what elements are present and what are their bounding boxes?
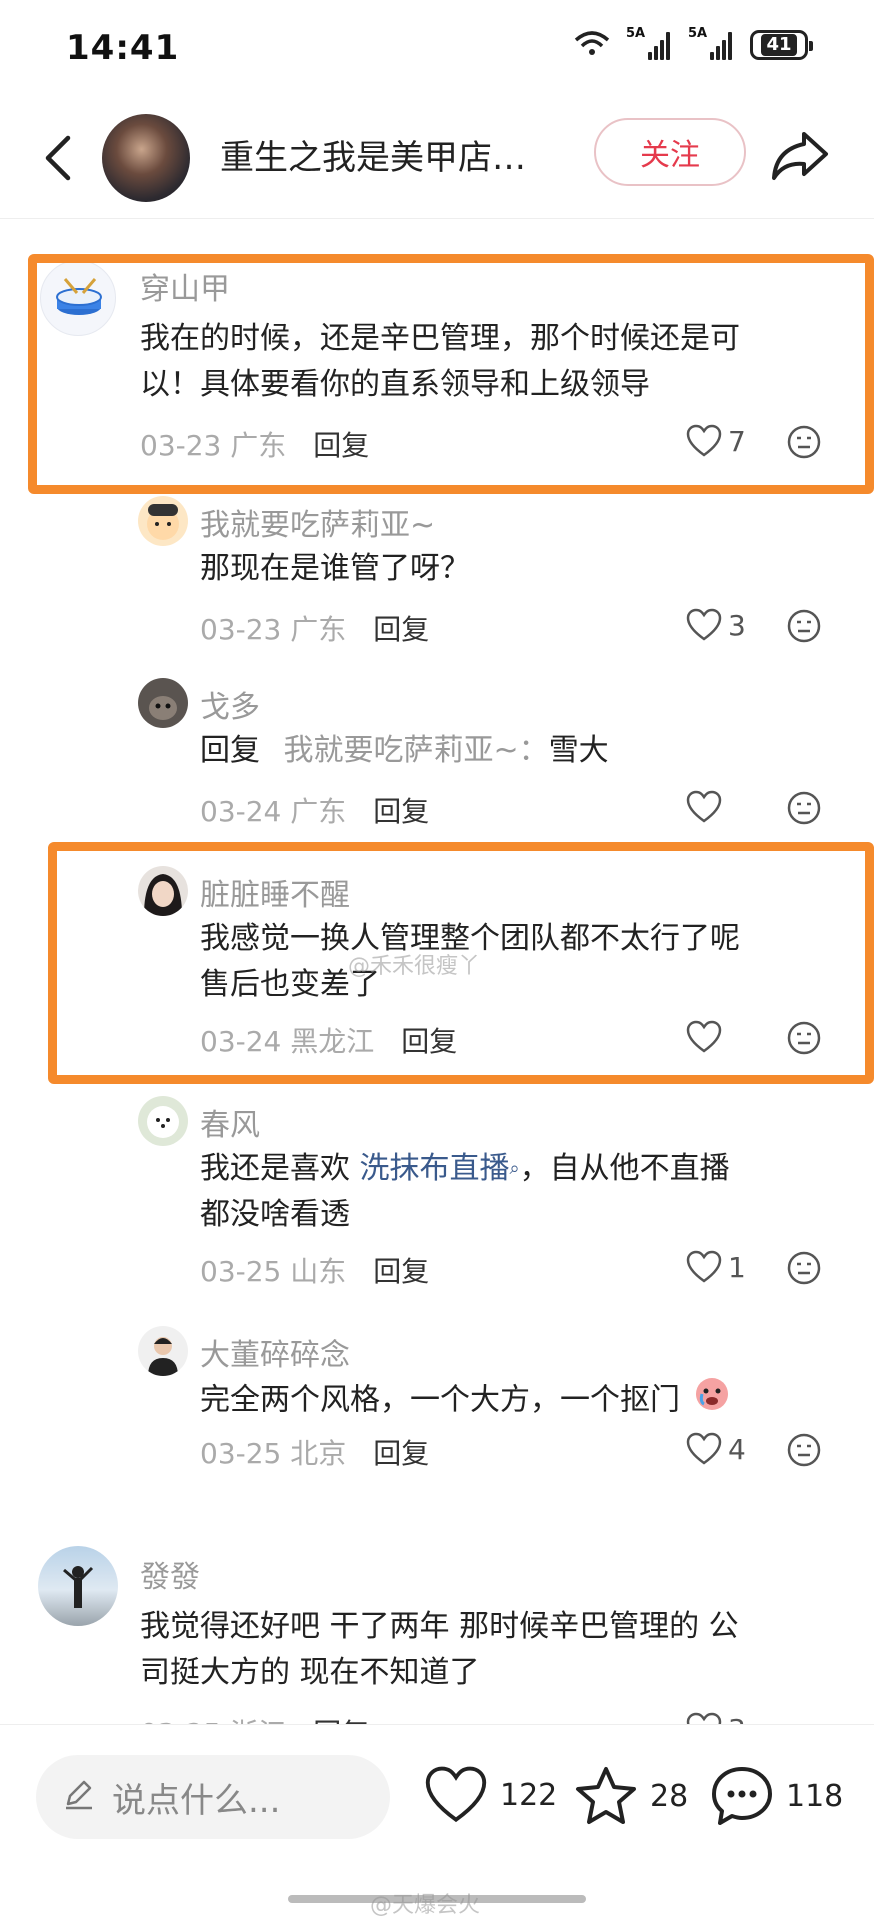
comment-text: 回复 我就要吃萨莉亚~：雪大: [200, 733, 609, 768]
follow-button[interactable]: 关注: [594, 118, 746, 186]
like-post-button[interactable]: 122: [424, 1765, 557, 1825]
heart-icon: [425, 1766, 487, 1823]
post-like-count: 122: [500, 1777, 558, 1813]
author-avatar[interactable]: [102, 114, 190, 202]
comment-author[interactable]: 大董碎碎念: [200, 1330, 350, 1374]
heart-icon: [686, 1250, 722, 1283]
avatar[interactable]: [38, 1546, 118, 1626]
like-count: 3: [728, 608, 746, 642]
chat-bubble-icon: [712, 1767, 772, 1825]
bottom-bar: 说点什么... 122 28 118 @天爆会火: [0, 1724, 874, 1920]
comment-text: 我还是喜欢 洗抹布直播⌕，自从他不直播 都没啥看透: [200, 1151, 730, 1232]
share-icon[interactable]: [766, 122, 834, 190]
heart-icon: [686, 608, 722, 641]
comment-author[interactable]: 戈多: [200, 682, 260, 726]
avatar[interactable]: [138, 678, 188, 728]
reply-button[interactable]: 回复: [373, 795, 429, 828]
reply-target[interactable]: 我就要吃萨莉亚~：: [284, 733, 549, 768]
emoji-reaction-icon[interactable]: [786, 790, 822, 826]
emoji-reaction-icon[interactable]: [786, 608, 822, 644]
heart-icon: [686, 790, 722, 823]
reply-button[interactable]: 回复: [373, 1255, 429, 1288]
pencil-icon: [62, 1778, 96, 1816]
status-bar: 14:41 5A 5A 41: [0, 0, 874, 100]
reply-button[interactable]: 回复: [373, 613, 429, 646]
signal-icon-2: 5A: [688, 26, 736, 60]
emoji-reaction-icon[interactable]: [786, 1432, 822, 1468]
comment-input[interactable]: 说点什么...: [36, 1755, 390, 1839]
comment-text: 完全两个风格，一个大方，一个抠门: [200, 1376, 730, 1426]
input-placeholder: 说点什么...: [112, 1780, 281, 1821]
comment-meta: 03-23 广东 回复: [200, 613, 430, 646]
search-icon: ⌕: [509, 1158, 520, 1179]
nav-divider: [0, 218, 874, 219]
comment-count: 118: [786, 1778, 844, 1814]
like-count: 4: [728, 1432, 746, 1466]
reply-button[interactable]: 回复: [373, 1437, 429, 1470]
like-button[interactable]: 1: [686, 1250, 746, 1284]
favorite-count: 28: [650, 1778, 689, 1814]
signal-icon-1: 5A: [626, 26, 674, 60]
battery-icon: 41: [750, 30, 813, 60]
comment-author[interactable]: 發發: [140, 1552, 200, 1596]
status-time: 14:41: [66, 28, 180, 68]
comment-meta: 03-25 山东 回复: [200, 1255, 430, 1288]
like-button[interactable]: 4: [686, 1432, 746, 1466]
watermark: @天爆会火: [370, 1893, 481, 1918]
comment-text: 我觉得还好吧 干了两年 那时候辛巴管理的 公 司挺大方的 现在不知道了: [140, 1609, 739, 1690]
battery-level: 41: [761, 34, 797, 56]
favorite-button[interactable]: 28: [574, 1765, 688, 1827]
avatar[interactable]: [138, 496, 188, 546]
like-button[interactable]: [686, 790, 728, 824]
topic-link[interactable]: 洗抹布直播: [360, 1151, 510, 1186]
nav-bar: 重生之我是美甲店… 关注: [0, 100, 874, 218]
like-count: 1: [728, 1250, 746, 1284]
comment-author[interactable]: 春风: [200, 1100, 260, 1144]
crying-emoji-icon: [694, 1376, 730, 1426]
like-button[interactable]: 3: [686, 608, 746, 642]
comment-author[interactable]: 我就要吃萨莉亚~: [200, 500, 435, 544]
emoji-reaction-icon[interactable]: [786, 1250, 822, 1286]
status-icons: 5A 5A 41: [572, 26, 813, 62]
back-icon[interactable]: [34, 128, 84, 188]
avatar[interactable]: [138, 1096, 188, 1146]
highlight-box: [28, 254, 874, 494]
avatar[interactable]: [138, 1326, 188, 1376]
comment-text: 那现在是谁管了呀？: [200, 551, 470, 586]
wifi-icon: [572, 28, 612, 62]
heart-icon: [686, 1432, 722, 1465]
comments-button[interactable]: 118: [710, 1765, 843, 1827]
highlight-box: [48, 842, 874, 1084]
comment-meta: 03-24 广东 回复: [200, 795, 430, 828]
post-title[interactable]: 重生之我是美甲店…: [220, 130, 526, 179]
star-icon: [576, 1767, 636, 1824]
comment-meta: 03-25 北京 回复: [200, 1437, 430, 1470]
